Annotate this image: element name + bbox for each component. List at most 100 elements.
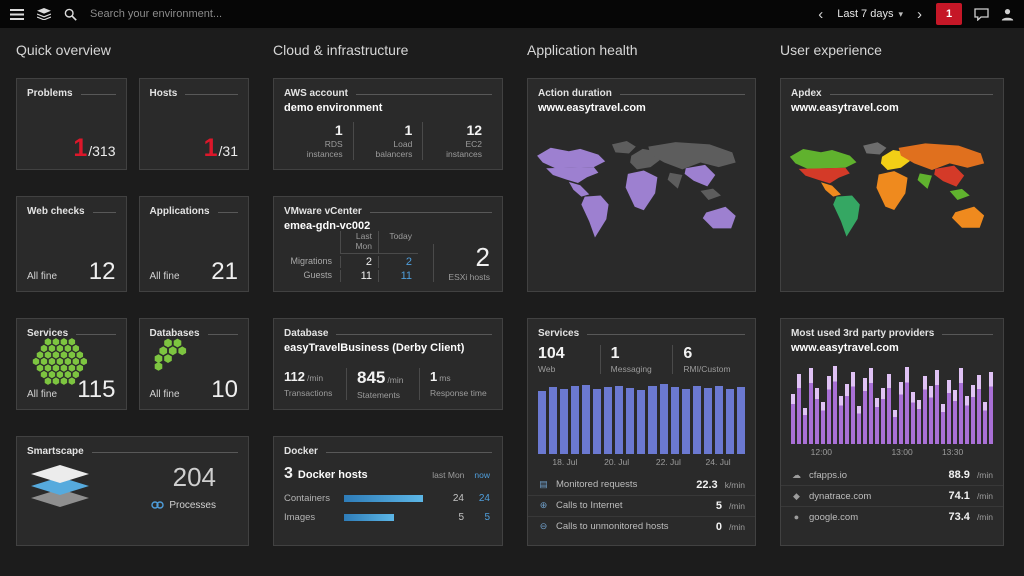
- tile-applications[interactable]: Applications All fine 21: [139, 196, 250, 292]
- docker-images-bar: [344, 514, 394, 521]
- esxi-hosts-count: 2: [448, 244, 490, 270]
- time-range-selector[interactable]: Last 7 days ▾: [837, 8, 903, 20]
- docker-col-now: now: [474, 470, 490, 480]
- svc-stat-web: 104 Web: [538, 345, 600, 374]
- hosts-total: /31: [219, 143, 238, 159]
- tile-aws-account[interactable]: AWS account demo environment 1 RDSinstan…: [273, 78, 503, 170]
- metric-value: 5: [716, 500, 722, 512]
- vmware-migrations-today: 2: [378, 256, 418, 268]
- provider-unit: /min: [977, 491, 993, 501]
- column-cloud-infrastructure: Cloud & infrastructure AWS account demo …: [273, 42, 503, 576]
- internet-calls-icon: ⊕: [538, 500, 549, 511]
- x-label: 13:30: [942, 447, 963, 457]
- services-chart-x-axis: 18. Jul 20. Jul 22. Jul 24. Jul: [538, 457, 745, 471]
- provider-value: 88.9: [949, 469, 970, 481]
- map-canada: [537, 148, 605, 168]
- tile-databases[interactable]: Databases All fine 10: [139, 318, 250, 410]
- stat-value: 1: [354, 122, 413, 138]
- docker-containers-bar: [344, 495, 423, 502]
- services-count: 115: [77, 378, 115, 402]
- tile-action-duration[interactable]: Action duration www.easytravel.com: [527, 78, 756, 292]
- provider-name: cfapps.io: [809, 470, 942, 481]
- webchecks-status: All fine: [27, 271, 57, 282]
- x-label: 13:00: [891, 447, 912, 457]
- search-input[interactable]: Search your environment...: [90, 8, 222, 20]
- svc-stat-messaging: 1 Messaging: [600, 345, 673, 374]
- tile-problems[interactable]: Problems 1 /313: [16, 78, 127, 170]
- stat-label-line2: instances: [446, 149, 482, 159]
- tile-title-rule: [81, 94, 116, 95]
- tile-title-rule: [92, 452, 238, 453]
- user-icon[interactable]: [1001, 8, 1014, 21]
- tile-services[interactable]: Services All fine 115: [16, 318, 127, 410]
- tile-title-rule: [76, 334, 115, 335]
- stat-label: Statements: [357, 390, 419, 400]
- tile-title: AWS account: [284, 88, 348, 99]
- time-prev-button[interactable]: ‹: [816, 7, 825, 22]
- monitored-requests-icon: ▤: [538, 479, 549, 490]
- vmware-col-today: Today: [378, 231, 418, 254]
- metric-row-calls-internet: ⊕ Calls to Internet 5 /min: [528, 495, 755, 516]
- db-stat-statements: 845/min Statements: [346, 368, 419, 400]
- cloud-icon: ☁: [791, 470, 802, 481]
- aws-stats: 1 RDSinstances 1 Loadbalancers 12 EC2ins…: [284, 122, 492, 160]
- tile-docker[interactable]: Docker 3 Docker hosts last Mon now Conta…: [273, 436, 503, 546]
- map-se-asia: [950, 189, 970, 200]
- tile-title: VMware vCenter: [284, 206, 362, 217]
- x-label: 18. Jul: [552, 457, 577, 467]
- search-icon[interactable]: [64, 8, 77, 21]
- docker-containers-last: 24: [430, 493, 464, 504]
- tile-title-rule: [370, 212, 492, 213]
- stat-label-line2: balancers: [375, 149, 412, 159]
- apps-icon[interactable]: [37, 8, 51, 20]
- providers-chart-x-axis: 12:00 13:00 13:30: [791, 447, 993, 461]
- map-south-america: [833, 196, 860, 237]
- tile-web-checks[interactable]: Web checks All fine 12: [16, 196, 127, 292]
- tile-services-health[interactable]: Services 104 Web 1 Messaging 6 RMI/Custo: [527, 318, 756, 546]
- map-india: [918, 173, 932, 189]
- map-africa: [876, 171, 907, 210]
- map-east-asia: [934, 166, 964, 187]
- smartscape-count: 204: [151, 463, 216, 492]
- esxi-hosts-stat: 2 ESXi hosts: [433, 244, 490, 282]
- tile-hosts[interactable]: Hosts 1 /31: [139, 78, 250, 170]
- link-icon: [151, 500, 164, 510]
- tile-title: Action duration: [538, 88, 612, 99]
- docker-row-label: Containers: [284, 493, 344, 504]
- map-south-america: [581, 195, 608, 237]
- tile-smartscape[interactable]: Smartscape 204 Processes: [16, 436, 249, 546]
- tile-apdex[interactable]: Apdex www.easytravel.com: [780, 78, 1004, 292]
- menu-icon[interactable]: [10, 9, 24, 20]
- time-next-button[interactable]: ›: [915, 7, 924, 22]
- db-stat-response-time: 1ms Response time: [419, 368, 492, 400]
- tile-title: Database: [284, 328, 328, 339]
- tile-database[interactable]: Database easyTravelBusiness (Derby Clien…: [273, 318, 503, 410]
- databases-count: 10: [211, 378, 238, 402]
- tile-vmware-vcenter[interactable]: VMware vCenter emea-gdn-vc002 Last Mon T…: [273, 196, 503, 292]
- tile-title: Docker: [284, 446, 318, 457]
- database-stats: 112/min Transactions 845/min Statements …: [284, 368, 492, 400]
- provider-name: dynatrace.com: [809, 491, 942, 502]
- applications-count: 21: [211, 260, 238, 284]
- column-title-quick-overview: Quick overview: [16, 42, 249, 58]
- docker-col-last-mon: last Mon: [432, 470, 464, 480]
- stat-value: 112: [284, 369, 305, 384]
- providers-app-name: www.easytravel.com: [781, 339, 1003, 354]
- problems-badge[interactable]: 1: [936, 3, 962, 25]
- databases-status: All fine: [150, 389, 180, 400]
- metric-value: 22.3: [696, 479, 717, 491]
- chat-icon[interactable]: [974, 8, 989, 21]
- map-greenland: [612, 141, 636, 153]
- aws-stat-load-balancers: 1 Loadbalancers: [353, 122, 423, 160]
- tile-title: Services: [538, 328, 579, 339]
- docker-row-label: Images: [284, 512, 344, 523]
- tile-third-party-providers[interactable]: Most used 3rd party providers www.easytr…: [780, 318, 1004, 546]
- x-label: 12:00: [811, 447, 832, 457]
- column-quick-overview: Quick overview Problems 1 /313 Hosts 1 /…: [16, 42, 249, 576]
- stat-unit: ms: [439, 373, 450, 383]
- esxi-hosts-label: ESXi hosts: [448, 272, 490, 282]
- map-se-asia: [701, 189, 721, 200]
- metric-label: Monitored requests: [556, 479, 689, 490]
- dynatrace-dashboard: Search your environment... ‹ Last 7 days…: [0, 0, 1024, 576]
- metric-row-calls-unmonitored: ⊖ Calls to unmonitored hosts 0 /min: [528, 516, 755, 537]
